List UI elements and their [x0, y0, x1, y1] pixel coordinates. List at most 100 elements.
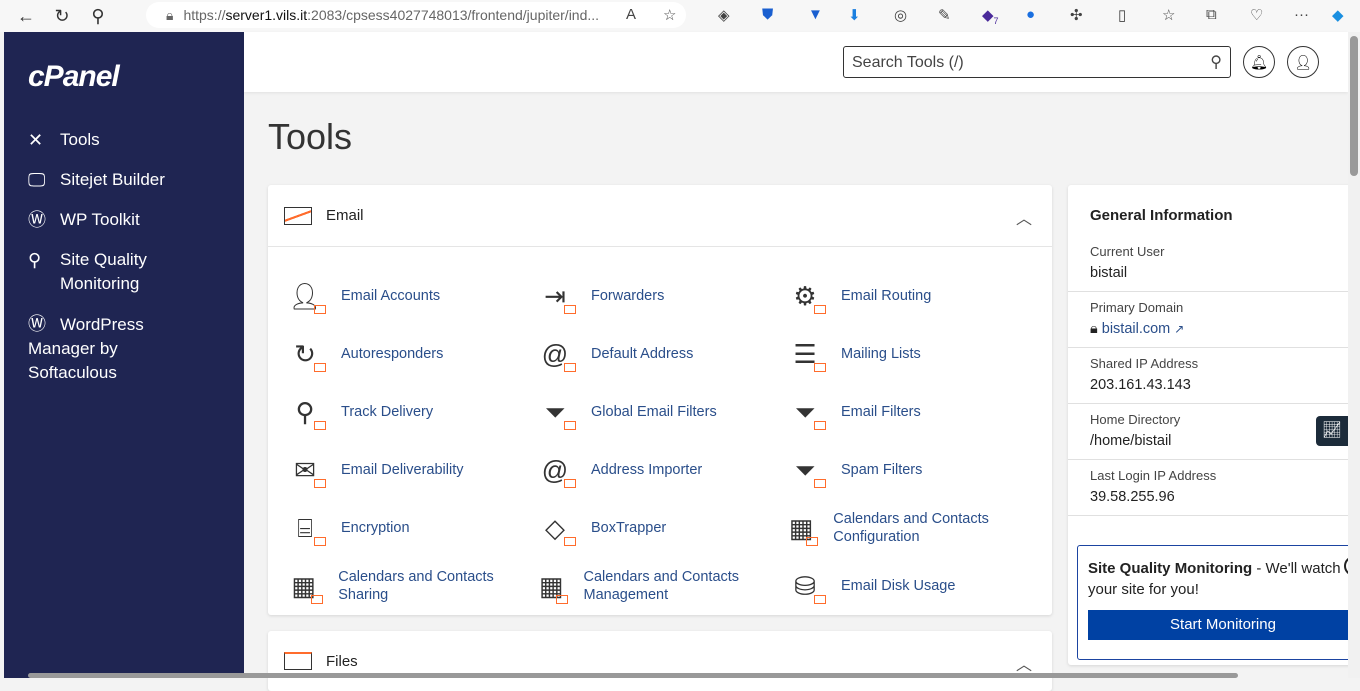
list-icon: ☰	[784, 334, 826, 374]
analytics-chart-icon[interactable]: 📈︎	[1316, 416, 1348, 446]
forward-icon: ⇥	[534, 276, 576, 316]
extensions-icon[interactable]: ✣	[1070, 6, 1083, 24]
tool-encryption[interactable]: ⌸ Encryption	[284, 499, 534, 557]
extension-icon[interactable]: ▼	[808, 6, 823, 23]
extension-icon[interactable]: ◆7	[982, 6, 999, 26]
tool-email-deliverability[interactable]: ✉ Email Deliverability	[284, 441, 534, 499]
filter-icon: ⏷	[784, 392, 826, 432]
tool-email-disk-usage[interactable]: ⛁ Email Disk Usage	[784, 557, 1034, 615]
lock-icon: 🔒︎	[166, 6, 174, 23]
general-information-panel: General Information Current User bistail …	[1068, 185, 1360, 665]
top-header: Search Tools (/) ⚲ 🔔︎ 👤︎	[244, 32, 1348, 92]
vertical-scrollbar[interactable]	[1348, 32, 1360, 678]
calendar-icon: ▦	[534, 566, 569, 606]
user-icon: 👤︎	[1294, 54, 1312, 70]
tool-forwarders[interactable]: ⇥ Forwarders	[534, 267, 784, 325]
back-icon[interactable]: ←	[8, 6, 44, 27]
tool-calendars-and-contacts-sharing[interactable]: ▦ Calendars and Contacts Sharing	[284, 557, 534, 615]
info-label: Shared IP Address	[1090, 356, 1199, 371]
split-screen-icon[interactable]: ▯	[1118, 6, 1126, 24]
copilot-icon[interactable]: ◆	[1332, 6, 1344, 24]
user-menu-button[interactable]: 👤︎	[1287, 46, 1319, 78]
tool-mailing-lists[interactable]: ☰ Mailing Lists	[784, 325, 1034, 383]
tool-calendars-and-contacts-configuration[interactable]: ▦ Calendars and Contacts Configuration	[784, 499, 1034, 557]
tool-label: Email Disk Usage	[841, 578, 956, 594]
tool-default-address[interactable]: @ Default Address	[534, 325, 784, 383]
search-icon: ⚲	[1210, 54, 1222, 71]
tool-label: Default Address	[591, 346, 694, 362]
extension-icon[interactable]: ⛊	[762, 6, 773, 23]
calendar-icon: ▦	[284, 566, 324, 606]
more-icon[interactable]: ···	[1294, 6, 1309, 23]
tool-label: Forwarders	[591, 288, 665, 304]
files-section: Files ︿	[268, 631, 1052, 691]
horizontal-scrollbar[interactable]	[28, 673, 1238, 678]
tools-icon: ✕	[28, 130, 44, 150]
url-rest: :2083/cpsess4027748013/frontend/jupiter/…	[307, 7, 600, 23]
tool-autoresponders[interactable]: ↻ Autoresponders	[284, 325, 534, 383]
address-bar[interactable]: 🔒︎ https://server1.vils.it:2083/cpsess40…	[146, 2, 686, 28]
calendar-icon: ▦	[784, 508, 819, 548]
monitor-icon: 🖵︎	[28, 170, 46, 190]
info-value: 203.161.43.143	[1090, 377, 1191, 393]
chevron-up-icon[interactable]: ︿	[1016, 205, 1032, 229]
search-input[interactable]: Search Tools (/) ⚲	[843, 46, 1231, 78]
sidebar-item-wp-toolkit[interactable]: Ⓦ WP Toolkit	[28, 208, 140, 232]
tool-label: Track Delivery	[341, 404, 434, 420]
tool-label: Email Deliverability	[341, 462, 464, 478]
mailbox-icon: ✉	[284, 450, 326, 490]
favorites-icon[interactable]: ☆	[1162, 6, 1175, 24]
favorite-icon[interactable]: ☆	[663, 6, 676, 24]
chevron-up-icon[interactable]: ︿	[1016, 651, 1032, 675]
tool-spam-filters[interactable]: ⏷ Spam Filters	[784, 441, 1034, 499]
info-current-user: Current User bistail	[1068, 244, 1358, 292]
primary-domain-link[interactable]: bistail.com	[1102, 321, 1171, 337]
read-aloud-icon[interactable]: A	[626, 6, 636, 23]
tool-email-filters[interactable]: ⏷ Email Filters	[784, 383, 1034, 441]
external-link-icon[interactable]: ↗	[1174, 322, 1184, 336]
tool-label: Calendars and Contacts Configuration	[833, 511, 989, 545]
start-monitoring-button[interactable]: Start Monitoring	[1088, 610, 1358, 640]
email-section-header[interactable]: Email ︿	[268, 185, 1052, 247]
extension-shield-icon[interactable]: ◈	[718, 6, 730, 24]
tool-global-email-filters[interactable]: ⏷ Global Email Filters	[534, 383, 784, 441]
bell-icon: 🔔︎	[1250, 54, 1268, 70]
promo-title: Site Quality Monitoring	[1088, 560, 1253, 577]
tool-email-routing[interactable]: ⚙ Email Routing	[784, 267, 1034, 325]
at-icon: @	[534, 450, 576, 490]
files-section-header[interactable]: Files ︿	[268, 631, 1052, 691]
tool-address-importer[interactable]: @ Address Importer	[534, 441, 784, 499]
extension-icon[interactable]: ●	[1026, 6, 1035, 23]
tool-label: Email Filters	[841, 404, 921, 420]
disk-icon: ⛁	[784, 566, 826, 606]
eyedropper-icon[interactable]: ✎	[938, 6, 951, 24]
tool-label: BoxTrapper	[591, 520, 667, 536]
section-title: Files	[326, 652, 358, 670]
magnifier-icon: ⚲	[28, 250, 42, 270]
sidebar-item-tools[interactable]: ✕ Tools	[28, 128, 100, 152]
sidebar-item-wordpress-manager[interactable]: Ⓦ WordPress Manager by Softaculous	[28, 312, 178, 385]
email-tools-grid: 👤︎ Email Accounts ⇥ Forwarders ⚙ Email Routin…	[284, 267, 1034, 615]
refresh-icon[interactable]: ↻	[44, 6, 80, 27]
tool-label: Mailing Lists	[841, 346, 921, 362]
cpanel-logo[interactable]: cPanel	[28, 60, 120, 94]
tool-calendars-and-contacts-management[interactable]: ▦ Calendars and Contacts Management	[534, 557, 784, 615]
search-icon[interactable]: ⚲	[80, 6, 116, 27]
email-section: Email ︿ 👤︎ Email Accounts ⇥ Forwarders ⚙ Email…	[268, 185, 1052, 615]
tool-boxtrapper[interactable]: ◇ BoxTrapper	[534, 499, 784, 557]
sidebar-item-site-quality[interactable]: ⚲ Site Quality Monitoring	[28, 248, 178, 296]
page-title: Tools	[268, 116, 353, 157]
download-icon[interactable]: ⬇	[848, 6, 861, 24]
lock-icon: 🔒︎	[1090, 321, 1098, 337]
collections-icon[interactable]: ⧉	[1206, 6, 1217, 23]
extension-icon[interactable]: ◎	[894, 6, 907, 24]
url-host: server1.vils.it	[225, 7, 308, 23]
tool-label: Calendars and Contacts Sharing	[338, 569, 494, 603]
notifications-button[interactable]: 🔔︎	[1243, 46, 1275, 78]
tool-email-accounts[interactable]: 👤︎ Email Accounts	[284, 267, 534, 325]
tool-track-delivery[interactable]: ⚲ Track Delivery	[284, 383, 534, 441]
search-placeholder: Search Tools (/)	[852, 54, 964, 71]
sidebar-item-sitejet[interactable]: 🖵︎ Sitejet Builder	[28, 168, 165, 192]
browser-essentials-icon[interactable]: ♡	[1250, 6, 1263, 24]
wordpress-icon: Ⓦ	[28, 210, 46, 230]
